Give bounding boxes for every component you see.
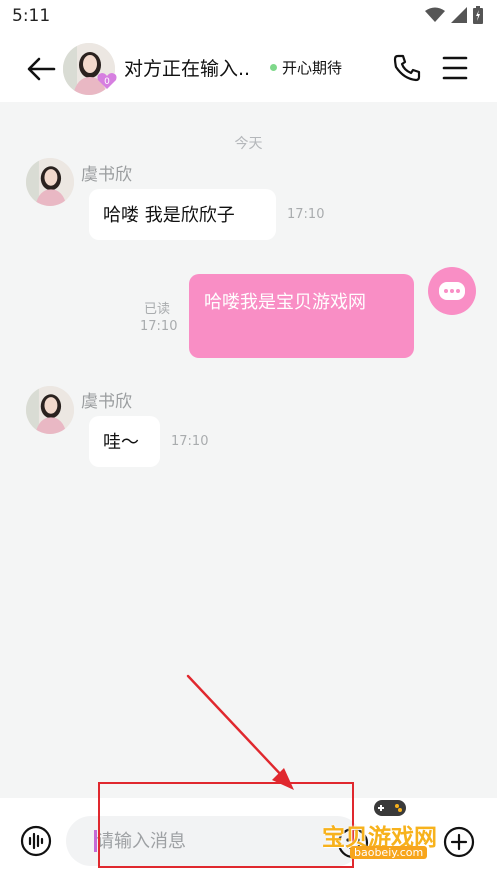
online-indicator bbox=[270, 64, 277, 71]
message-time: 17:10 bbox=[287, 207, 325, 222]
message-time: 17:10 bbox=[140, 319, 178, 334]
heart-badge-icon: 0 bbox=[97, 73, 117, 89]
battery-icon bbox=[473, 6, 483, 24]
sender-avatar[interactable] bbox=[26, 386, 74, 434]
message-bubble-outgoing[interactable]: 哈喽我是宝贝游戏网 bbox=[189, 274, 414, 358]
text-caret bbox=[94, 830, 97, 852]
avatar-photo bbox=[26, 158, 74, 206]
signal-icon bbox=[451, 7, 467, 23]
chat-header: 0 对方正在输入.. 开心期待 bbox=[0, 34, 497, 102]
menu-icon[interactable] bbox=[441, 55, 469, 81]
watermark-url: baobeiy.com bbox=[350, 846, 428, 859]
sender-name: 虞书欣 bbox=[81, 165, 132, 185]
watermark-logo: 宝贝游戏网 baobeiy.com bbox=[322, 796, 464, 868]
avatar-badge-count: 0 bbox=[104, 77, 110, 87]
message-time: 17:10 bbox=[171, 434, 209, 449]
back-arrow-icon[interactable] bbox=[24, 52, 58, 86]
message-bubble-incoming[interactable]: 哇～ bbox=[89, 416, 160, 467]
gamepad-icon bbox=[374, 800, 406, 816]
chat-bubble-avatar-icon bbox=[439, 282, 465, 300]
pointer-arrow-icon bbox=[186, 674, 294, 790]
phone-icon[interactable] bbox=[392, 53, 422, 83]
status-icons bbox=[425, 6, 483, 24]
date-divider: 今天 bbox=[234, 136, 263, 152]
read-receipt: 已读 bbox=[144, 302, 171, 317]
status-time: 5:11 bbox=[12, 6, 51, 26]
status-bar: 5:11 bbox=[0, 0, 497, 34]
self-avatar[interactable] bbox=[428, 267, 476, 315]
header-title: 对方正在输入.. bbox=[124, 58, 251, 80]
wifi-icon bbox=[425, 7, 445, 22]
message-bubble-incoming[interactable]: 哈喽 我是欣欣子 bbox=[89, 189, 276, 240]
voice-icon[interactable] bbox=[20, 825, 52, 857]
sender-name: 虞书欣 bbox=[81, 392, 132, 412]
avatar-photo bbox=[26, 386, 74, 434]
sender-avatar[interactable] bbox=[26, 158, 74, 206]
contact-status: 开心期待 bbox=[282, 59, 343, 77]
